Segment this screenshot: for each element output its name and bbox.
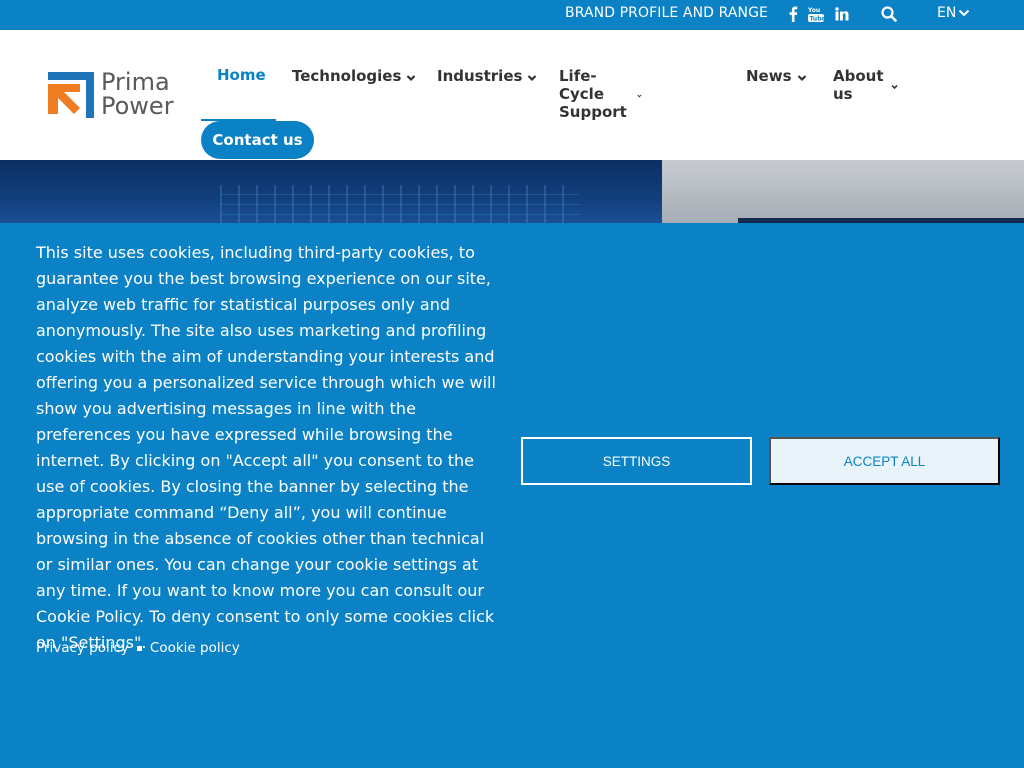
top-utility-bar: BRAND PROFILE AND RANGE You Tube EN [0,0,1024,30]
nav-life-cycle-support[interactable]: Life-Cycle Support [559,67,642,121]
svg-text:You: You [808,7,820,14]
logo-wordmark: Prima Power [101,70,174,118]
nav-industries[interactable]: Industries [437,67,537,85]
contact-us-button[interactable]: Contact us [201,121,314,159]
hero-graphic [220,185,580,224]
logo-mark-icon [48,72,94,118]
facebook-icon[interactable] [783,4,803,24]
language-label: EN [937,5,957,21]
site-header: Prima Power Home Technologies Industries… [0,30,1024,160]
settings-button[interactable]: SETTINGS [521,437,752,485]
youtube-icon[interactable]: You Tube [806,4,826,24]
nav-technologies[interactable]: Technologies [292,67,416,85]
cookie-banner: This site uses cookies, including third-… [0,223,1024,768]
cookie-banner-links: Privacy policy Cookie policy [36,640,240,656]
nav-about-us[interactable]: About us [833,67,899,103]
prima-power-logo[interactable]: Prima Power [46,70,191,122]
hero-image-right [662,160,1024,224]
privacy-policy-link[interactable]: Privacy policy [36,640,129,656]
hero-image-left [0,160,662,224]
search-icon[interactable] [878,4,900,24]
language-selector[interactable]: EN [937,5,970,21]
nav-news-label: News [746,67,792,85]
nav-home-label: Home [217,66,266,84]
nav-about-us-label: About us [833,67,884,103]
linkedin-icon[interactable] [832,4,852,24]
nav-news[interactable]: News [746,67,807,85]
chevron-down-icon [891,85,899,90]
link-separator [136,645,142,651]
cookie-banner-text: This site uses cookies, including third-… [36,243,496,652]
chevron-down-icon [637,94,642,98]
chevron-down-icon [407,75,416,82]
chevron-down-icon [528,75,537,82]
nav-industries-label: Industries [437,67,523,85]
nav-technologies-label: Technologies [292,67,402,85]
hero-image [0,160,1024,224]
nav-home[interactable]: Home [217,66,266,84]
brand-profile-link[interactable]: BRAND PROFILE AND RANGE [565,5,768,21]
chevron-down-icon [959,9,970,17]
logo-line-1: Prima [101,68,170,96]
accept-all-button[interactable]: ACCEPT ALL [769,437,1000,485]
svg-text:Tube: Tube [810,16,825,23]
logo-line-2: Power [101,92,174,120]
chevron-down-icon [797,75,806,82]
nav-life-cycle-support-label: Life-Cycle Support [559,67,627,121]
cookie-policy-link[interactable]: Cookie policy [150,640,240,656]
